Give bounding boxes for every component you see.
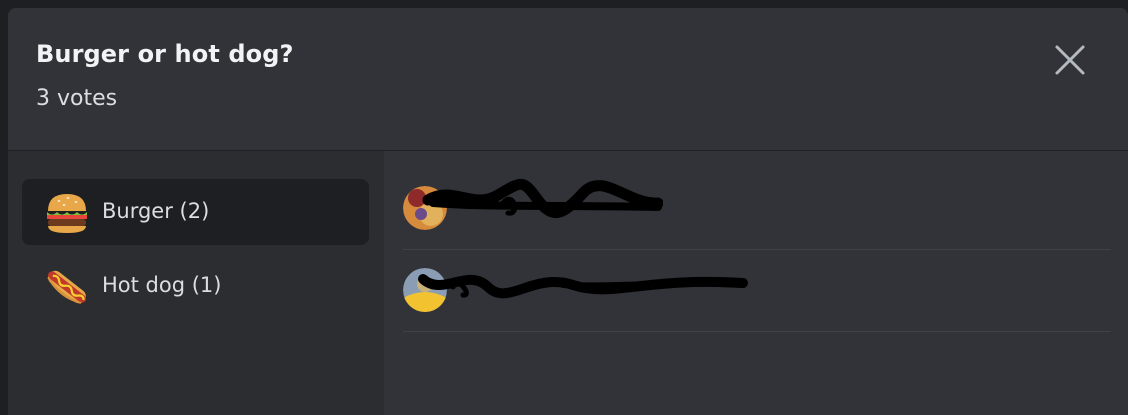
answer-label: Burger (2)	[102, 199, 210, 223]
modal-header: Burger or hot dog? 3 votes	[8, 8, 1128, 151]
answer-label: Hot dog (1)	[102, 273, 222, 297]
hamburger-icon	[47, 194, 87, 233]
voter-row	[403, 251, 1111, 332]
redaction-scribble	[422, 178, 663, 219]
hotdog-icon	[47, 270, 86, 304]
voter-row	[403, 169, 1111, 250]
redaction-scribble	[418, 274, 748, 299]
voters-list	[385, 151, 1128, 415]
vote-count: 3 votes	[36, 86, 118, 111]
poll-results-modal: Burger or hot dog? 3 votes Burger (2) Ho…	[8, 8, 1128, 415]
poll-question: Burger or hot dog?	[36, 40, 294, 68]
answers-sidebar: Burger (2) Hot dog (1)	[8, 151, 384, 415]
answer-burger[interactable]: Burger (2)	[22, 179, 369, 245]
answer-hot-dog[interactable]: Hot dog (1)	[22, 253, 369, 319]
close-button[interactable]	[1052, 42, 1088, 78]
close-icon	[1055, 45, 1085, 75]
